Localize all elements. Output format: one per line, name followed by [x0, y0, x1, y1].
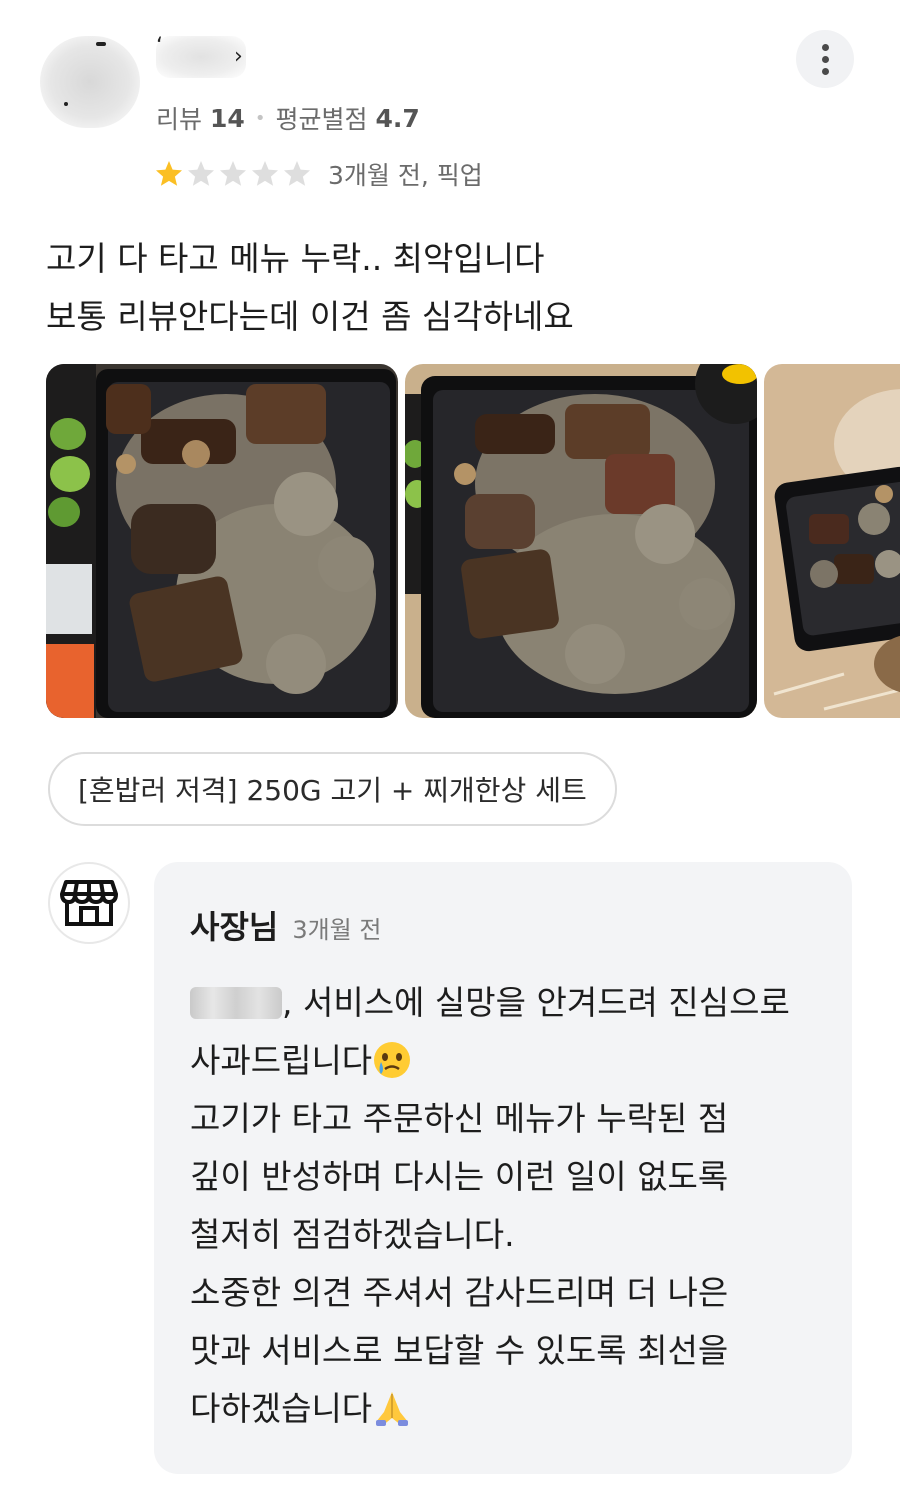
- review-line: 보통 리뷰안다는데 이건 좀 심각하네요: [46, 297, 574, 336]
- owner-reply-header: 사장님 3개월 전: [190, 902, 381, 948]
- reply-line: 사과드립니다: [190, 1032, 790, 1090]
- review-rating-row: 3개월 전, 픽업: [154, 156, 483, 192]
- review-body: 고기 다 타고 메뉴 누락.. 최악입니다 보통 리뷰안다는데 이건 좀 심각하…: [46, 230, 574, 346]
- reply-line-text: , 서비스에 실망을 안겨드려 진심으로: [282, 983, 790, 1022]
- avatar-mark: [96, 42, 106, 46]
- more-options-button[interactable]: [796, 30, 854, 88]
- owner-reply-time: 3개월 전: [292, 916, 382, 944]
- reply-line: 깊이 반성하며 다시는 이런 일이 없도록: [190, 1157, 729, 1196]
- owner-avatar: [48, 862, 130, 944]
- review-photo[interactable]: [764, 364, 900, 718]
- review-count-value: 14: [210, 103, 245, 133]
- nickname-glyph: ›: [234, 44, 243, 69]
- star-empty-icon: [284, 161, 310, 186]
- reviewer-nickname-blurred[interactable]: [156, 36, 246, 78]
- nickname-glyph: ‘: [156, 34, 163, 59]
- more-vertical-icon: [821, 43, 829, 51]
- owner-name: 사장님: [190, 908, 279, 946]
- review-photo[interactable]: [405, 364, 757, 718]
- reply-line: , 서비스에 실망을 안겨드려 진심으로: [190, 974, 790, 1032]
- folded-hands-emoji: [376, 1392, 409, 1426]
- review-count-label: 리뷰: [156, 105, 203, 134]
- reply-line-text: 다하겠습니다: [190, 1389, 373, 1428]
- star-rating: [154, 159, 312, 189]
- average-rating-label: 평균별점: [275, 105, 368, 134]
- avatar-blur: [40, 36, 140, 128]
- stats-separator: •: [254, 107, 266, 129]
- reply-line-text: 사과드립니다: [190, 1041, 373, 1080]
- reply-line: 고기가 타고 주문하신 메뉴가 누락된 점: [190, 1099, 729, 1138]
- reply-line: 다하겠습니다: [190, 1380, 790, 1438]
- food-photo-3: [764, 364, 900, 718]
- star-empty-icon: [220, 161, 246, 186]
- review-photo[interactable]: [46, 364, 398, 718]
- food-photo-1: [46, 364, 398, 718]
- owner-reply-body: , 서비스에 실망을 안겨드려 진심으로 사과드립니다 고기가 타고 주문하신 …: [190, 974, 790, 1438]
- review-date-and-type: 3개월 전, 픽업: [328, 161, 483, 190]
- ordered-menu-chip[interactable]: [혼밥러 저격] 250G 고기 + 찌개한상 세트: [48, 752, 617, 826]
- star-empty-icon: [252, 161, 278, 186]
- owner-reply: 사장님 3개월 전 , 서비스에 실망을 안겨드려 진심으로 사과드립니다 고기…: [154, 862, 852, 1474]
- customer-name-blurred: [190, 987, 282, 1019]
- reply-line: 소중한 의견 주셔서 감사드리며 더 나은: [190, 1273, 729, 1312]
- star-empty-icon: [188, 161, 214, 186]
- face-holding-back-tears-emoji: [374, 1042, 411, 1078]
- reviewer-avatar[interactable]: [40, 28, 140, 128]
- more-vertical-icon-dot: [821, 67, 829, 75]
- reviewer-stats: 리뷰 14 • 평균별점 4.7: [156, 100, 420, 136]
- average-rating-value: 4.7: [375, 103, 420, 133]
- star-filled-icon: [156, 161, 182, 186]
- avatar-mark: [64, 102, 68, 106]
- reply-line: 철저히 점검하겠습니다.: [190, 1215, 515, 1254]
- store-icon: [60, 880, 118, 926]
- reply-line: 맛과 서비스로 보답할 수 있도록 최선을: [190, 1331, 729, 1370]
- review-line: 고기 다 타고 메뉴 누락.. 최악입니다: [46, 239, 545, 278]
- food-photo-2: [405, 364, 757, 718]
- more-vertical-icon-dot: [821, 55, 829, 63]
- review-photo-carousel[interactable]: [46, 364, 900, 718]
